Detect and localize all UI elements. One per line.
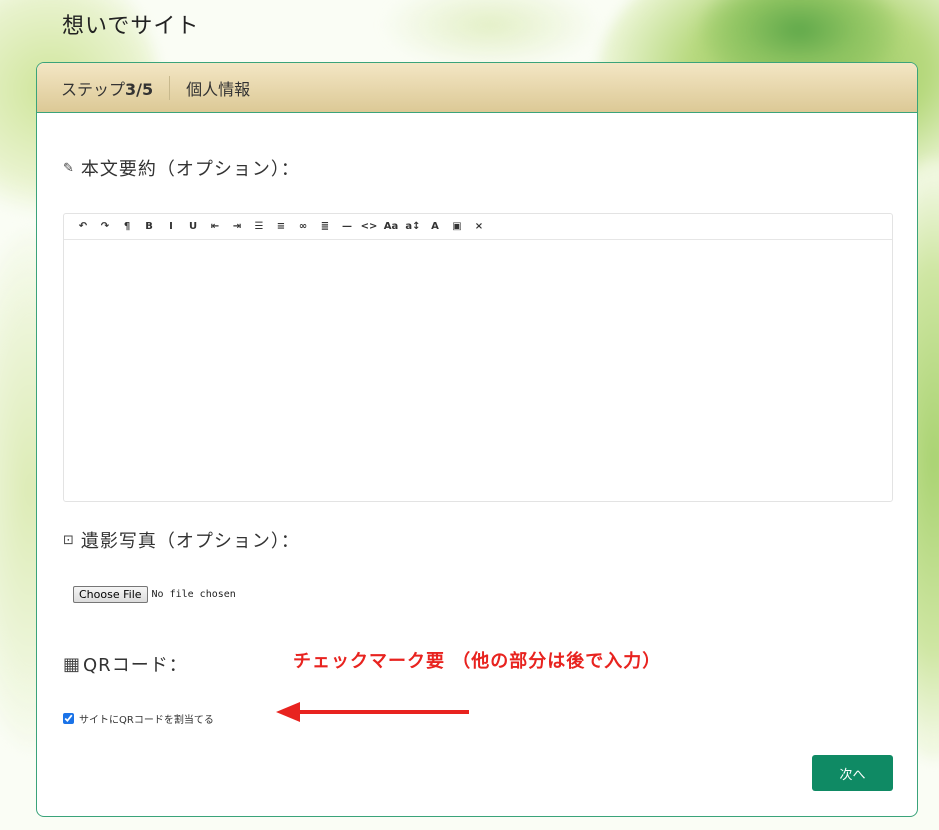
- bold-icon[interactable]: B: [138, 221, 160, 232]
- numbered-list-icon[interactable]: ≡: [270, 221, 292, 232]
- qr-label: ▦ QRコード：: [63, 651, 188, 677]
- clear-format-icon[interactable]: ×: [468, 221, 490, 232]
- text-color-icon[interactable]: A: [424, 221, 446, 232]
- summary-label-text: 本文要約（オプション）：: [80, 159, 300, 180]
- italic-icon[interactable]: I: [160, 221, 182, 232]
- step-header: ステップ3/5 個人情報: [37, 63, 917, 113]
- underline-icon[interactable]: U: [182, 221, 204, 232]
- background-color-icon[interactable]: ▣: [446, 221, 468, 232]
- link-icon[interactable]: ∞: [292, 221, 314, 232]
- pencil-icon: ✎: [63, 160, 75, 176]
- align-icon[interactable]: ≣: [314, 221, 336, 232]
- qr-label-text: QRコード：: [83, 655, 188, 676]
- outdent-icon[interactable]: ⇤: [204, 221, 226, 232]
- annotation-arrow-icon: [276, 702, 469, 722]
- site-title: 想いでサイト: [62, 14, 200, 39]
- step-prefix: ステップ: [61, 79, 126, 99]
- horizontal-rule-icon[interactable]: —: [336, 221, 358, 232]
- qr-assign-option[interactable]: サイトにQRコードを割当てる: [63, 711, 214, 726]
- step-indicator: ステップ3/5: [61, 76, 153, 100]
- step-name: 個人情報: [186, 79, 251, 99]
- font-size-icon[interactable]: a↕: [402, 221, 424, 232]
- bullet-list-icon[interactable]: ☰: [248, 221, 270, 232]
- photo-label: ⊡ 遺影写真（オプション）：: [63, 527, 300, 553]
- qr-code-icon: ▦: [63, 653, 82, 675]
- editor-content-area[interactable]: [64, 240, 892, 502]
- step-number: 3/5: [125, 79, 154, 99]
- next-button[interactable]: 次へ: [812, 755, 893, 791]
- file-input: Choose File No file chosen: [73, 586, 236, 603]
- summary-label: ✎ 本文要約（オプション）：: [63, 155, 300, 181]
- photo-label-text: 遺影写真（オプション）：: [80, 531, 300, 552]
- undo-icon[interactable]: ↶: [72, 221, 94, 232]
- editor-toolbar: ↶ ↷ ¶ B I U ⇤ ⇥ ☰ ≡ ∞ ≣ — <> Aa a↕ A ▣ ×: [64, 214, 892, 240]
- qr-assign-checkbox[interactable]: [63, 713, 74, 724]
- paragraph-icon[interactable]: ¶: [116, 221, 138, 232]
- code-icon[interactable]: <>: [358, 221, 380, 232]
- font-family-icon[interactable]: Aa: [380, 221, 402, 232]
- redo-icon[interactable]: ↷: [94, 221, 116, 232]
- image-icon: ⊡: [63, 532, 75, 548]
- indent-icon[interactable]: ⇥: [226, 221, 248, 232]
- file-status: No file chosen: [151, 589, 236, 600]
- qr-assign-label: サイトにQRコードを割当てる: [79, 715, 214, 726]
- form-card: ステップ3/5 個人情報 ✎ 本文要約（オプション）： ↶ ↷ ¶ B I U ⇤ ⇥ ☰ ≡ ∞ ≣…: [36, 62, 918, 817]
- header-divider: [169, 75, 171, 100]
- choose-file-button[interactable]: Choose File: [73, 586, 148, 603]
- annotation-note: チェックマーク要 （他の部分は後で入力）: [293, 651, 662, 672]
- rich-text-editor: ↶ ↷ ¶ B I U ⇤ ⇥ ☰ ≡ ∞ ≣ — <> Aa a↕ A ▣ ×: [63, 213, 893, 502]
